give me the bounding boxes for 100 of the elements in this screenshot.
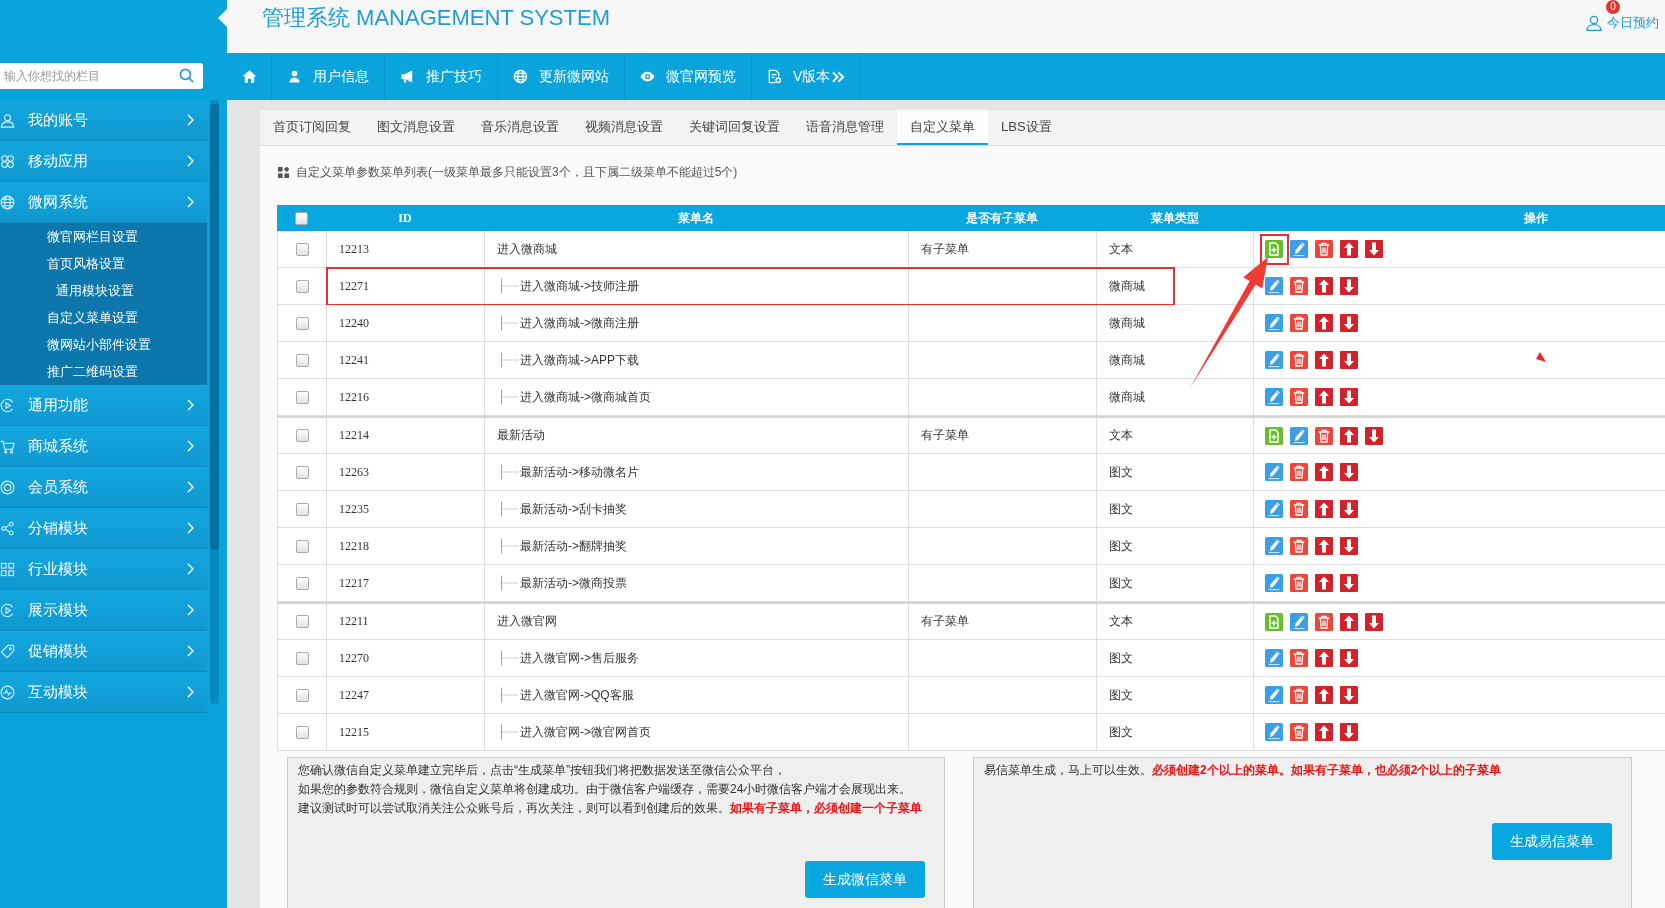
arrow-up-icon[interactable]: [1315, 537, 1333, 555]
submenu-item[interactable]: 自定义菜单设置: [0, 304, 207, 331]
trash-icon[interactable]: [1315, 240, 1333, 258]
pencil-icon[interactable]: [1265, 686, 1283, 704]
arrow-up-icon[interactable]: [1315, 574, 1333, 592]
scrollbar-track[interactable]: [210, 100, 219, 704]
row-checkbox[interactable]: [295, 539, 309, 553]
pencil-icon[interactable]: [1265, 277, 1283, 295]
search-icon[interactable]: [179, 68, 194, 83]
trash-icon[interactable]: [1290, 463, 1308, 481]
trash-icon[interactable]: [1290, 574, 1308, 592]
row-checkbox[interactable]: [295, 651, 309, 665]
arrow-down-icon[interactable]: [1340, 351, 1358, 369]
pencil-icon[interactable]: [1290, 612, 1308, 631]
row-checkbox[interactable]: [295, 316, 309, 330]
trash-icon[interactable]: [1290, 388, 1308, 406]
sidebar-item[interactable]: 移动应用: [0, 141, 207, 182]
arrow-down-icon[interactable]: [1340, 723, 1358, 741]
arrow-up-icon[interactable]: [1340, 426, 1358, 445]
sidebar-item[interactable]: 展示模块: [0, 590, 207, 631]
search-field[interactable]: 输入你想找的栏目: [0, 63, 203, 89]
arrow-down-icon[interactable]: [1340, 500, 1358, 518]
sidebar-item[interactable]: 行业模块: [0, 549, 207, 590]
row-checkbox[interactable]: [295, 429, 309, 442]
arrow-down-icon[interactable]: [1340, 388, 1358, 406]
arrow-up-icon[interactable]: [1340, 612, 1358, 631]
arrow-up-icon[interactable]: [1315, 351, 1333, 369]
arrow-up-icon[interactable]: [1315, 723, 1333, 741]
pencil-icon[interactable]: [1265, 351, 1283, 369]
sidebar-item[interactable]: 促销模块: [0, 631, 207, 672]
trash-icon[interactable]: [1315, 426, 1333, 445]
arrow-down-icon[interactable]: [1340, 686, 1358, 704]
row-checkbox[interactable]: [295, 615, 309, 628]
sidebar-item[interactable]: 会员系统: [0, 467, 207, 508]
trash-icon[interactable]: [1290, 537, 1308, 555]
trash-icon[interactable]: [1315, 612, 1333, 631]
pencil-icon[interactable]: [1265, 537, 1283, 555]
sidebar-item[interactable]: 通用功能: [0, 385, 207, 426]
arrow-up-icon[interactable]: [1315, 649, 1333, 667]
arrow-up-icon[interactable]: [1315, 686, 1333, 704]
arrow-down-icon[interactable]: [1340, 277, 1358, 295]
arrow-down-icon[interactable]: [1365, 612, 1383, 631]
row-checkbox[interactable]: [295, 242, 309, 256]
arrow-up-icon[interactable]: [1340, 240, 1358, 258]
arrow-down-icon[interactable]: [1365, 240, 1383, 258]
row-checkbox[interactable]: [295, 576, 309, 590]
tab[interactable]: 自定义菜单: [897, 110, 988, 145]
submenu-item[interactable]: 推广二维码设置: [0, 358, 207, 385]
trash-icon[interactable]: [1290, 686, 1308, 704]
trash-icon[interactable]: [1290, 723, 1308, 741]
submenu-item[interactable]: 通用模块设置: [0, 277, 207, 304]
tab[interactable]: 图文消息设置: [364, 110, 468, 145]
add-document-icon[interactable]: [1265, 240, 1283, 258]
add-document-icon[interactable]: [1265, 426, 1283, 445]
submenu-item[interactable]: 微网站小部件设置: [0, 331, 207, 358]
sidebar-item[interactable]: 我的账号: [0, 100, 207, 141]
scrollbar-thumb[interactable]: [210, 104, 219, 550]
pencil-icon[interactable]: [1265, 574, 1283, 592]
generate-menu-button[interactable]: 生成微信菜单: [805, 861, 925, 898]
pencil-icon[interactable]: [1265, 500, 1283, 518]
tab[interactable]: LBS设置: [988, 110, 1065, 145]
trash-icon[interactable]: [1290, 314, 1308, 332]
row-checkbox[interactable]: [295, 688, 309, 702]
arrow-down-icon[interactable]: [1340, 537, 1358, 555]
appointments-link[interactable]: 今日预约: [1586, 14, 1659, 32]
pencil-icon[interactable]: [1265, 723, 1283, 741]
sidebar-item[interactable]: 分销模块: [0, 508, 207, 549]
submenu-item[interactable]: 首页风格设置: [0, 250, 207, 277]
submenu-item[interactable]: 微官网栏目设置: [0, 223, 207, 250]
arrow-down-icon[interactable]: [1340, 649, 1358, 667]
row-checkbox[interactable]: [295, 279, 309, 293]
trash-icon[interactable]: [1290, 277, 1308, 295]
generate-menu-button[interactable]: 生成易信菜单: [1492, 823, 1612, 860]
arrow-down-icon[interactable]: [1340, 463, 1358, 481]
arrow-up-icon[interactable]: [1315, 463, 1333, 481]
pencil-icon[interactable]: [1290, 426, 1308, 445]
trash-icon[interactable]: [1290, 351, 1308, 369]
pencil-icon[interactable]: [1265, 314, 1283, 332]
arrow-up-icon[interactable]: [1315, 277, 1333, 295]
arrow-down-icon[interactable]: [1340, 314, 1358, 332]
row-checkbox[interactable]: [295, 725, 309, 739]
pencil-icon[interactable]: [1290, 240, 1308, 258]
tab[interactable]: 首页订阅回复: [260, 110, 364, 145]
pencil-icon[interactable]: [1265, 463, 1283, 481]
tab[interactable]: 关键词回复设置: [676, 110, 793, 145]
trash-icon[interactable]: [1290, 500, 1308, 518]
row-checkbox[interactable]: [295, 502, 309, 516]
add-document-icon[interactable]: [1265, 612, 1283, 631]
sidebar-item[interactable]: 商城系统: [0, 426, 207, 467]
tab[interactable]: 语音消息管理: [793, 110, 897, 145]
tab[interactable]: 音乐消息设置: [468, 110, 572, 145]
arrow-down-icon[interactable]: [1365, 426, 1383, 445]
row-checkbox[interactable]: [295, 465, 309, 479]
arrow-down-icon[interactable]: [1340, 574, 1358, 592]
sidebar-item[interactable]: 微网系统: [0, 182, 207, 223]
row-checkbox[interactable]: [295, 390, 309, 404]
select-all-checkbox[interactable]: [295, 211, 308, 225]
trash-icon[interactable]: [1290, 649, 1308, 667]
sidebar-item[interactable]: 互动模块: [0, 672, 207, 713]
arrow-up-icon[interactable]: [1315, 500, 1333, 518]
